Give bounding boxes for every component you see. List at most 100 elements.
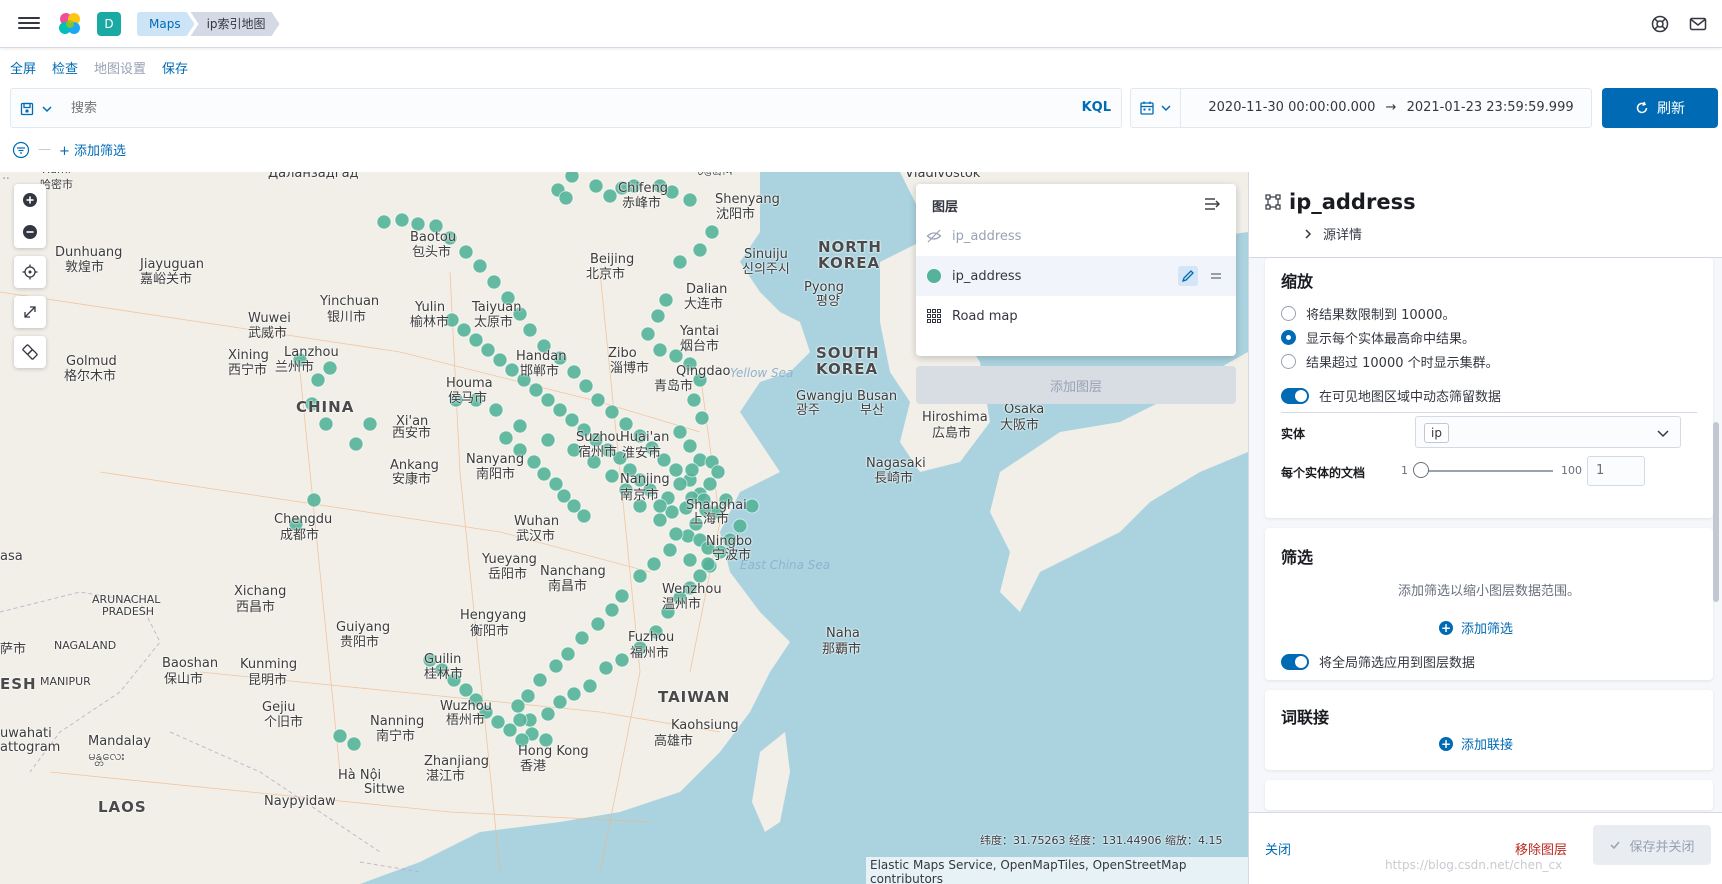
space-avatar[interactable]: D — [97, 12, 121, 36]
breadcrumb-maps[interactable]: Maps — [137, 12, 195, 36]
date-start[interactable]: 2020-11-30 00:00:00.000 — [1208, 100, 1375, 115]
refresh-button[interactable]: 刷新 — [1602, 88, 1718, 128]
ip-point-marker[interactable] — [552, 694, 568, 710]
ip-point-marker[interactable] — [672, 424, 688, 440]
ip-point-marker[interactable] — [604, 468, 620, 484]
kql-toggle[interactable]: KQL — [1082, 100, 1111, 115]
ip-point-marker[interactable] — [322, 360, 338, 376]
dynamic-filter-switch[interactable]: 在可见地图区域中动态筛留数据 — [1281, 386, 1501, 405]
wrench-icon[interactable] — [14, 336, 46, 368]
quick-date-button[interactable] — [1131, 89, 1181, 127]
date-end[interactable]: 2021-01-23 23:59:59.999 — [1407, 100, 1574, 115]
ip-point-marker[interactable] — [732, 518, 748, 534]
ip-point-marker[interactable] — [558, 190, 574, 206]
mail-icon[interactable] — [1688, 14, 1708, 34]
ip-point-marker[interactable] — [574, 630, 590, 646]
toggle-switch[interactable] — [1281, 387, 1309, 404]
ip-point-marker[interactable] — [614, 652, 630, 668]
add-layer-button[interactable]: 添加图层 — [916, 366, 1236, 404]
ip-point-marker[interactable] — [672, 254, 688, 270]
entity-select[interactable]: ip — [1415, 416, 1681, 448]
ip-point-marker[interactable] — [560, 646, 576, 662]
add-filter-label[interactable]: 添加筛选 — [1461, 618, 1513, 637]
layer-name[interactable]: Road map — [952, 309, 1018, 324]
global-filter-switch[interactable]: 将全局筛选应用到图层数据 — [1281, 652, 1475, 671]
ip-point-marker[interactable] — [646, 556, 662, 572]
radio-label[interactable]: 结果超过 10000 个时显示集群。 — [1306, 352, 1499, 371]
layer-name[interactable]: ip_address — [952, 229, 1021, 244]
ip-point-marker[interactable] — [744, 498, 760, 514]
ip-point-marker[interactable] — [536, 466, 552, 482]
ip-point-marker[interactable] — [362, 416, 378, 432]
layer-name[interactable]: ip_address — [952, 269, 1021, 284]
zoom-out-icon[interactable] — [14, 216, 46, 248]
ip-point-marker[interactable] — [522, 322, 538, 338]
ip-point-marker[interactable] — [472, 258, 488, 274]
ip-point-marker[interactable] — [590, 392, 606, 408]
panel-scrollbar[interactable] — [1713, 422, 1719, 602]
ip-point-marker[interactable] — [318, 416, 334, 432]
drag-handle-icon[interactable] — [1208, 268, 1224, 284]
ip-point-marker[interactable] — [650, 308, 666, 324]
help-icon[interactable] — [1650, 14, 1670, 34]
ip-point-marker[interactable] — [566, 364, 582, 380]
radio-label[interactable]: 将结果数限制到 10000。 — [1306, 304, 1456, 323]
layer-row-hidden[interactable]: ip_address — [916, 216, 1236, 256]
source-details-toggle[interactable]: 源详情 — [1303, 224, 1362, 243]
ip-point-marker[interactable] — [682, 192, 698, 208]
layer-row-roadmap[interactable]: Road map — [916, 296, 1236, 336]
remove-layer-button[interactable]: 移除图层 — [1515, 839, 1567, 858]
ip-point-marker[interactable] — [540, 392, 556, 408]
edit-layer-icon[interactable] — [1178, 266, 1198, 286]
ip-point-marker[interactable] — [540, 706, 556, 722]
ip-point-marker[interactable] — [614, 588, 630, 604]
filter-icon[interactable] — [12, 141, 30, 159]
radio-button-checked[interactable] — [1281, 330, 1296, 345]
menu-icon[interactable] — [18, 14, 40, 34]
ip-point-marker[interactable] — [468, 332, 484, 348]
ip-point-marker[interactable] — [640, 326, 656, 342]
save-and-close-button[interactable]: 保存并关闭 — [1593, 825, 1711, 865]
ip-point-marker[interactable] — [710, 464, 726, 480]
ip-point-marker[interactable] — [684, 462, 700, 478]
docs-slider-track[interactable] — [1415, 470, 1553, 472]
saved-query-button[interactable] — [19, 99, 57, 119]
ip-point-marker[interactable] — [458, 244, 474, 260]
ip-point-marker[interactable] — [376, 214, 392, 230]
add-join-label[interactable]: 添加联接 — [1461, 734, 1513, 753]
source-details-label[interactable]: 源详情 — [1323, 224, 1362, 243]
ip-point-marker[interactable] — [632, 568, 648, 584]
radio-label[interactable]: 显示每个实体最高命中结果。 — [1306, 328, 1475, 347]
ip-point-marker[interactable] — [480, 342, 496, 358]
ip-point-marker[interactable] — [306, 492, 322, 508]
ip-point-marker[interactable] — [668, 462, 684, 478]
close-button[interactable]: 关闭 — [1265, 839, 1291, 858]
fullscreen-link[interactable]: 全屏 — [10, 58, 36, 77]
radio-clusters[interactable]: 结果超过 10000 个时显示集群。 — [1281, 352, 1499, 371]
ip-point-marker[interactable] — [672, 476, 688, 492]
ip-point-marker[interactable] — [540, 432, 556, 448]
ip-point-marker[interactable] — [662, 542, 678, 558]
ip-point-marker[interactable] — [566, 686, 582, 702]
ip-point-marker[interactable] — [346, 736, 362, 752]
ip-point-marker[interactable] — [578, 378, 594, 394]
radio-button[interactable] — [1281, 306, 1296, 321]
ip-point-marker[interactable] — [658, 292, 674, 308]
ip-point-marker[interactable] — [490, 714, 506, 730]
ip-point-marker[interactable] — [618, 416, 634, 432]
ip-point-marker[interactable] — [588, 178, 604, 194]
ip-point-marker[interactable] — [604, 404, 620, 420]
ip-point-marker[interactable] — [682, 552, 698, 568]
ip-point-marker[interactable] — [604, 602, 620, 618]
eye-closed-icon[interactable] — [926, 228, 942, 244]
ip-point-marker[interactable] — [394, 212, 410, 228]
ip-point-marker[interactable] — [532, 672, 548, 688]
ip-point-marker[interactable] — [692, 242, 708, 258]
docs-slider-handle[interactable] — [1413, 462, 1429, 478]
ip-point-marker[interactable] — [512, 418, 528, 434]
collapse-panel-icon[interactable] — [1204, 196, 1222, 212]
ip-point-marker[interactable] — [576, 508, 592, 524]
ip-point-marker[interactable] — [458, 682, 474, 698]
ip-point-marker[interactable] — [564, 412, 580, 428]
layer-row-selected[interactable]: ip_address — [916, 256, 1236, 296]
